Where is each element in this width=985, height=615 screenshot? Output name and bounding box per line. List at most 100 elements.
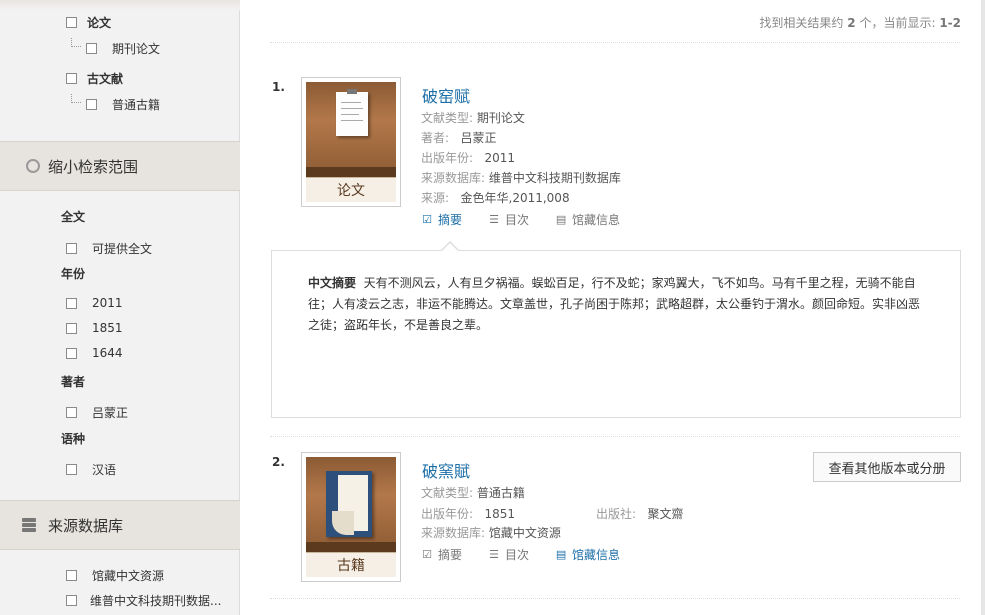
section-title: 来源数据库	[48, 516, 124, 535]
result-count: 找到相关结果约 2 个，当前显示: 1-2	[759, 14, 961, 31]
group-label-year: 年份	[61, 267, 86, 281]
filter-item-ancient[interactable]: 古文献	[66, 70, 123, 87]
toc-tab[interactable]: ☰ 目次	[488, 211, 529, 228]
option-label: 馆藏中文资源	[92, 569, 165, 583]
divider	[270, 436, 960, 437]
checkbox[interactable]	[66, 17, 77, 28]
checkbox[interactable]	[66, 464, 77, 475]
option-label: 1851	[92, 321, 123, 335]
filter-label: 普通古籍	[112, 98, 161, 112]
checkbox[interactable]	[66, 297, 77, 309]
meta-author: 著者: 吕蒙正	[421, 129, 497, 146]
meta-value: 普通古籍	[476, 486, 525, 500]
meta-publisher: 出版社: 聚文齋	[596, 505, 684, 522]
meta-year: 出版年份: 2011	[421, 149, 515, 166]
sidebar-top-edge	[0, 0, 240, 10]
results-panel: 找到相关结果约 2 个，当前显示: 1-2 1. 论文 破窑赋 文献类型: 期刊…	[240, 0, 985, 615]
abstract-panel: 中文摘要 天有不测风云，人有旦夕祸福。蜈蚣百足，行不及蛇；家鸡翼大，飞不如鸟。马…	[271, 250, 961, 418]
checkbox[interactable]	[86, 99, 97, 110]
filter-label: 论文	[87, 16, 112, 30]
filter-item-journal[interactable]: 期刊论文	[86, 40, 160, 57]
filter-option-year[interactable]: 2011	[66, 296, 123, 310]
action-label: 目次	[505, 548, 530, 562]
checkbox[interactable]	[66, 570, 77, 581]
sidebar: 论文 期刊论文 古文献 普通古籍 缩小检索范围 全文 可提供全文 年份 2011	[0, 0, 240, 615]
abstract-pointer-inner	[441, 243, 459, 252]
narrow-search-header[interactable]: 缩小检索范围	[0, 141, 240, 191]
filter-label: 期刊论文	[112, 42, 161, 56]
option-label: 维普中文科技期刊数据...	[90, 594, 222, 608]
checkbox[interactable]	[86, 43, 97, 54]
meta-label: 出版社:	[596, 507, 637, 521]
meta-label: 出版年份:	[421, 151, 474, 165]
filter-option-year[interactable]: 1644	[66, 346, 123, 360]
action-label: 馆藏信息	[572, 548, 621, 562]
abstract-tab[interactable]: ☑ 摘要	[421, 546, 462, 563]
group-label-author: 著者	[61, 375, 86, 389]
result-actions: ☑ 摘要 ☰ 目次 ▤ 馆藏信息	[421, 546, 620, 563]
result-actions: ☑ 摘要 ☰ 目次 ▤ 馆藏信息	[421, 211, 620, 228]
document-icon	[336, 89, 368, 136]
count-range: 1-2	[939, 16, 961, 30]
filter-item-ancient-books[interactable]: 普通古籍	[86, 96, 160, 113]
checkbox[interactable]	[66, 407, 77, 418]
meta-type: 文献类型: 期刊论文	[421, 109, 525, 126]
filter-item-paper[interactable]: 论文	[66, 14, 111, 31]
abstract-text: 天有不测风云，人有旦夕祸福。蜈蚣百足，行不及蛇；家鸡翼大，飞不如鸟。马有千里之程…	[308, 276, 921, 332]
meta-label: 出版年份:	[421, 507, 474, 521]
checkbox[interactable]	[66, 347, 77, 359]
filter-option-language[interactable]: 汉语	[66, 461, 116, 478]
filter-option-source[interactable]: 馆藏中文资源	[66, 567, 164, 584]
meta-year: 出版年份: 1851	[421, 505, 515, 522]
page: 论文 期刊论文 古文献 普通古籍 缩小检索范围 全文 可提供全文 年份 2011	[0, 0, 985, 615]
result-thumbnail[interactable]: 论文	[301, 77, 401, 207]
result-title-link[interactable]: 破窑赋	[422, 83, 470, 107]
count-value: 2	[847, 16, 856, 30]
holdings-tab[interactable]: ▤ 馆藏信息	[555, 211, 620, 228]
thumbnail-label: 古籍	[306, 552, 396, 577]
meta-value: 聚文齋	[647, 507, 684, 521]
result-thumbnail[interactable]: 古籍	[301, 452, 401, 582]
option-label: 汉语	[92, 463, 117, 477]
other-versions-button[interactable]: 查看其他版本或分册	[813, 452, 961, 482]
filter-option-year[interactable]: 1851	[66, 321, 123, 335]
abstract-tab[interactable]: ☑ 摘要	[421, 211, 462, 228]
checkbox[interactable]	[66, 243, 77, 254]
filter-label: 古文献	[87, 72, 124, 86]
meta-value: 馆藏中文资源	[488, 526, 561, 540]
abstract-label: 中文摘要	[308, 276, 357, 290]
meta-value: 吕蒙正	[460, 131, 497, 145]
filter-option-fulltext[interactable]: 可提供全文	[66, 240, 152, 257]
option-label: 吕蒙正	[92, 406, 129, 420]
holdings-tab[interactable]: ▤ 馆藏信息	[555, 546, 620, 563]
group-label-fulltext: 全文	[61, 210, 86, 224]
edit-icon: ☑	[422, 547, 432, 561]
option-label: 2011	[92, 296, 123, 310]
section-title: 缩小检索范围	[48, 157, 139, 176]
tree-connector	[71, 94, 81, 103]
checkbox[interactable]	[66, 322, 77, 334]
tree-connector	[71, 38, 81, 47]
group-label-language: 语种	[61, 432, 86, 446]
meta-label: 来源:	[421, 191, 450, 205]
toc-tab[interactable]: ☰ 目次	[488, 546, 529, 563]
meta-value: 金色年华,2011,008	[460, 191, 570, 205]
meta-value: 期刊论文	[476, 111, 525, 125]
action-label: 馆藏信息	[572, 213, 621, 227]
meta-label: 来源数据库:	[421, 526, 486, 540]
action-label: 目次	[505, 213, 530, 227]
count-prefix: 找到相关结果约	[759, 16, 844, 30]
scrollbar-edge[interactable]	[981, 0, 985, 615]
meta-database: 来源数据库: 维普中文科技期刊数据库	[421, 169, 621, 186]
meta-label: 著者:	[421, 131, 450, 145]
filter-option-source[interactable]: 维普中文科技期刊数据...	[66, 592, 221, 609]
checkbox[interactable]	[66, 73, 77, 84]
filter-option-author[interactable]: 吕蒙正	[66, 404, 128, 421]
result-title-link[interactable]: 破窯賦	[422, 458, 470, 482]
option-label: 1644	[92, 346, 123, 360]
edit-icon: ☑	[422, 212, 432, 226]
meta-value: 2011	[484, 151, 516, 165]
checkbox[interactable]	[66, 595, 77, 606]
meta-source: 来源: 金色年华,2011,008	[421, 189, 570, 206]
source-db-header[interactable]: 来源数据库	[0, 500, 240, 550]
